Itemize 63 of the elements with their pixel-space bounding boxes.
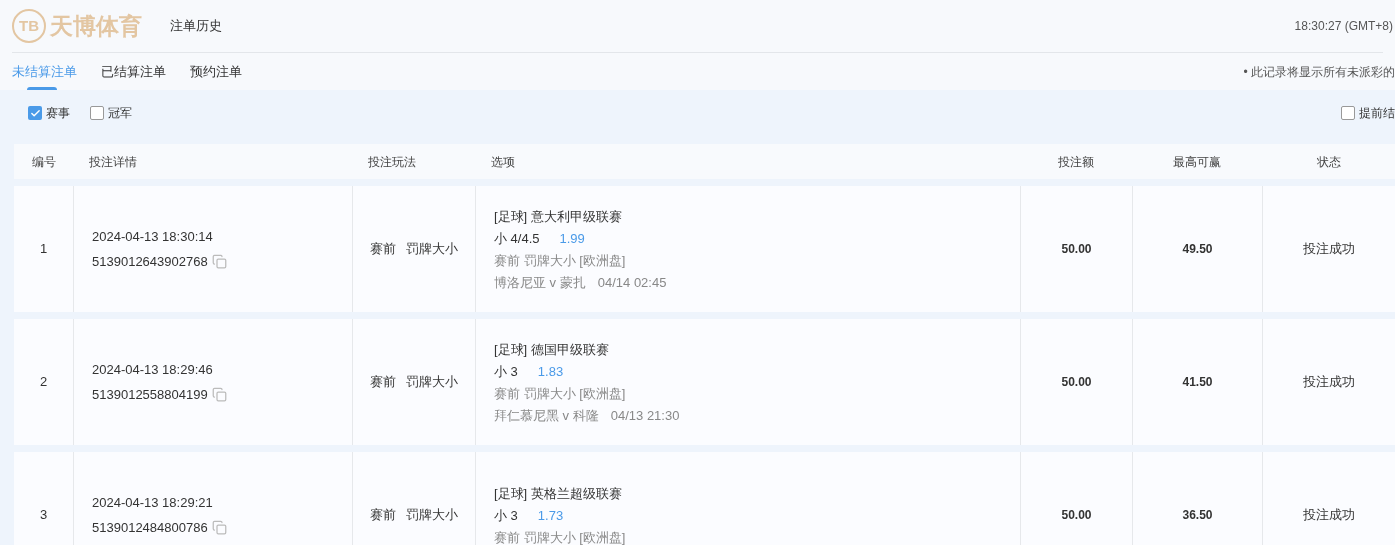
stake-amount: 50.00 (1061, 374, 1092, 391)
bet-time: 2024-04-13 18:30:14 (92, 227, 214, 246)
column-header: 投注详情 (89, 154, 137, 169)
ticket-number: 5139012643902768 (92, 253, 208, 271)
max-win-amount: 49.50 (1182, 241, 1213, 258)
status-text: 投注成功 (1303, 373, 1355, 392)
table-cell-text: 2 (39, 373, 48, 392)
column-header: 投注玩法 (368, 154, 416, 169)
checkbox-label: 冠军 (108, 105, 132, 122)
match-name: 拜仁慕尼黑 v 科隆 (494, 407, 599, 425)
league-name: [足球] 德国甲级联赛 (494, 341, 610, 359)
logo-mark: TB (12, 9, 46, 43)
table-cell-text: 3 (39, 506, 48, 525)
bet-type: 赛前 (370, 240, 396, 259)
tab[interactable]: 预约注单 (190, 53, 242, 90)
odds: 1.83 (537, 363, 564, 381)
max-win-amount: 36.50 (1182, 507, 1213, 524)
kickoff-time: 04/13 21:30 (610, 407, 680, 425)
checkbox[interactable] (90, 106, 104, 120)
match-name: 博洛尼亚 v 蒙扎 (494, 274, 586, 292)
bet-time: 2024-04-13 18:29:21 (92, 493, 214, 512)
selection: 小 4/4.5 (494, 230, 540, 248)
tab[interactable]: 已结算注单 (101, 53, 166, 90)
checkbox[interactable] (28, 106, 42, 120)
copy-icon[interactable] (211, 387, 227, 403)
selection: 小 3 (494, 363, 518, 381)
selection: 小 3 (494, 507, 518, 525)
copy-icon[interactable] (211, 520, 227, 536)
page-title: 注单历史 (170, 17, 222, 36)
league-name: [足球] 意大利甲级联赛 (494, 208, 623, 226)
copy-icon[interactable] (211, 254, 227, 270)
notice-text: • 此记录将显示所有未派彩的 (1243, 63, 1395, 81)
clock: 18:30:27 (GMT+8) (1294, 18, 1393, 35)
checkbox-label: 提前结 (1359, 105, 1395, 122)
column-header: 投注额 (1058, 154, 1094, 169)
bet-type: 罚牌大小 (406, 506, 458, 525)
column-header: 状态 (1316, 154, 1341, 169)
checkbox[interactable] (1341, 106, 1355, 120)
bet-type: 罚牌大小 (406, 373, 458, 392)
odds: 1.73 (537, 507, 564, 525)
market-text: 赛前 罚牌大小 [欧洲盘] (494, 529, 627, 545)
column-header: 最高可赢 (1173, 154, 1221, 169)
odds: 1.99 (559, 230, 585, 248)
bet-time: 2024-04-13 18:29:46 (92, 360, 214, 379)
max-win-amount: 41.50 (1182, 374, 1213, 391)
bet-type: 赛前 (370, 373, 396, 392)
kickoff-time: 04/14 02:45 (597, 274, 667, 292)
column-header: 选项 (491, 154, 515, 169)
market-text: 赛前 罚牌大小 [欧洲盘] (494, 252, 627, 270)
logo-text: 天博体育 (50, 11, 142, 41)
checkbox-label: 赛事 (46, 105, 70, 122)
ticket-number: 5139012484800786 (92, 519, 208, 537)
status-text: 投注成功 (1303, 240, 1355, 259)
ticket-number: 5139012558804199 (92, 386, 208, 404)
bet-type: 赛前 (370, 506, 396, 525)
stake-amount: 50.00 (1061, 241, 1092, 258)
stake-amount: 50.00 (1061, 507, 1092, 524)
table-cell-text: 1 (39, 240, 48, 259)
column-header: 编号 (31, 154, 56, 169)
status-text: 投注成功 (1303, 506, 1355, 525)
bet-type: 罚牌大小 (406, 240, 458, 259)
league-name: [足球] 英格兰超级联赛 (494, 485, 623, 503)
market-text: 赛前 罚牌大小 [欧洲盘] (494, 385, 627, 403)
